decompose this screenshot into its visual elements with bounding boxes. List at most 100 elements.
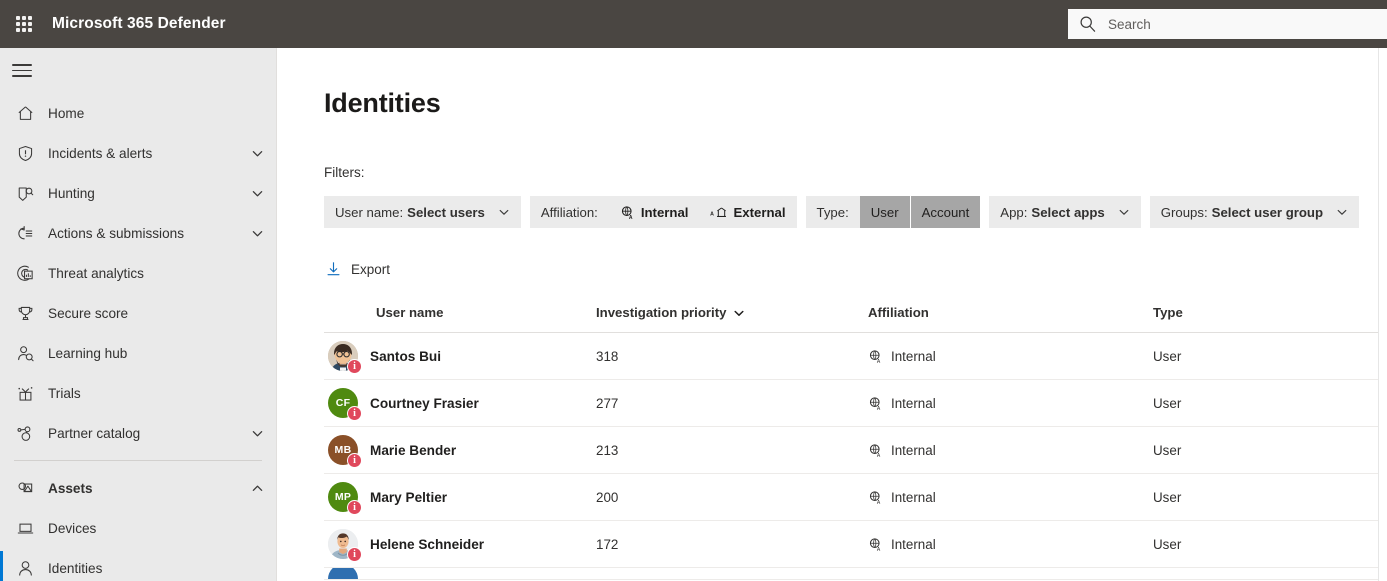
column-header-affiliation[interactable]: Affiliation	[868, 305, 1153, 320]
chevron-down-icon[interactable]	[498, 206, 510, 218]
internal-affiliation-icon: A	[868, 537, 883, 552]
cell-user-name[interactable]	[324, 568, 596, 579]
external-affiliation-icon: A	[710, 205, 727, 220]
chevron-down-icon[interactable]	[1336, 206, 1348, 218]
chevron-down-icon[interactable]	[250, 426, 264, 440]
avatar: i	[328, 341, 362, 374]
table-row[interactable]: MP i Mary Peltier 200 A Internal User	[324, 474, 1379, 521]
sidebar-item-actions-submissions[interactable]: Actions & submissions	[0, 213, 276, 253]
column-header-user-name[interactable]: User name	[324, 305, 596, 320]
internal-affiliation-icon: A	[868, 490, 883, 505]
filter-type-account-label: Account	[921, 204, 970, 220]
cell-investigation-priority: 213	[596, 442, 619, 458]
filters-row: User name: Select users Affiliation: A I…	[324, 196, 1360, 228]
sidebar-item-secure-score[interactable]: Secure score	[0, 293, 276, 333]
table-row[interactable]: CF i Courtney Frasier 277 A Internal Use…	[324, 380, 1379, 427]
filters-label: Filters:	[324, 165, 365, 180]
column-header-type[interactable]: Type	[1153, 305, 1353, 320]
sidebar-item-label: Hunting	[48, 185, 95, 201]
table-row[interactable]: i Helene Schneider 172 A Internal User	[324, 521, 1379, 568]
sidebar-item-devices[interactable]: Devices	[0, 508, 276, 548]
table-row[interactable]	[324, 568, 1379, 580]
cell-affiliation: A Internal	[868, 490, 1153, 505]
info-badge-icon: i	[347, 547, 362, 562]
app-launcher-icon[interactable]	[0, 0, 48, 48]
download-export-icon	[326, 261, 341, 277]
shield-alert-icon	[14, 142, 36, 164]
cell-user-name[interactable]: CF i Courtney Frasier	[324, 388, 596, 421]
filter-groups[interactable]: Groups: Select user group	[1149, 196, 1360, 228]
user-name-text: Courtney Frasier	[370, 395, 479, 411]
sidebar-item-label: Secure score	[48, 305, 129, 321]
sidebar-item-identities[interactable]: Identities	[0, 548, 276, 581]
sidebar-item-home[interactable]: Home	[0, 93, 276, 133]
avatar: MP i	[328, 482, 362, 515]
filter-affiliation-external[interactable]: A External	[699, 196, 796, 228]
chevron-down-icon[interactable]	[1118, 206, 1130, 218]
sidebar-item-label: Threat analytics	[48, 265, 144, 281]
person-icon	[14, 557, 36, 579]
table-row[interactable]: i Santos Bui 318 A Internal User	[324, 333, 1379, 380]
cell-affiliation-text: Internal	[891, 395, 936, 411]
chevron-up-icon[interactable]	[250, 481, 264, 495]
search-box[interactable]	[1068, 9, 1387, 39]
internal-affiliation-icon: A	[868, 443, 883, 458]
user-name-text: Santos Bui	[370, 348, 441, 364]
svg-text:A: A	[877, 453, 881, 458]
table-header-row: User name Investigation priority Affilia…	[324, 293, 1379, 333]
chevron-down-icon[interactable]	[250, 186, 264, 200]
cell-affiliation: A Internal	[868, 443, 1153, 458]
sidebar-item-partner-catalog[interactable]: Partner catalog	[0, 413, 276, 453]
export-button[interactable]: Export	[324, 257, 396, 281]
threat-analytics-icon	[14, 262, 36, 284]
filter-affiliation-external-label: External	[733, 204, 786, 220]
sidebar-item-threat-analytics[interactable]: Threat analytics	[0, 253, 276, 293]
sidebar-item-hunting[interactable]: Hunting	[0, 173, 276, 213]
table-row[interactable]: MB i Marie Bender 213 A Internal User	[324, 427, 1379, 474]
search-input[interactable]	[1106, 11, 1366, 37]
sidebar-item-assets[interactable]: Assets	[0, 468, 276, 508]
cell-user-name[interactable]: i Santos Bui	[324, 341, 596, 374]
main-content: Identities Filters: User name: Select us…	[278, 48, 1387, 581]
cell-affiliation: A Internal	[868, 396, 1153, 411]
sidebar-item-learning-hub[interactable]: Learning hub	[0, 333, 276, 373]
filter-app[interactable]: App: Select apps	[989, 196, 1141, 228]
column-header-investigation-priority[interactable]: Investigation priority	[596, 305, 868, 320]
svg-text:A: A	[877, 547, 881, 552]
cell-type: User	[1153, 348, 1182, 364]
top-app-bar: Microsoft 365 Defender	[0, 0, 1387, 48]
sidebar-item-label: Actions & submissions	[48, 225, 184, 241]
cell-user-name[interactable]: i Helene Schneider	[324, 529, 596, 562]
filter-user-name-label: User name:	[335, 204, 404, 220]
sidebar-item-label: Incidents & alerts	[48, 145, 153, 161]
filter-type-label: Type:	[816, 204, 849, 220]
chevron-down-icon[interactable]	[250, 226, 264, 240]
filter-affiliation-internal[interactable]: A Internal	[609, 196, 700, 228]
cell-investigation-priority: 172	[596, 536, 619, 552]
svg-text:A: A	[711, 211, 715, 217]
info-badge-icon: i	[347, 406, 362, 421]
cell-user-name[interactable]: MP i Mary Peltier	[324, 482, 596, 515]
vertical-scrollbar[interactable]	[1378, 48, 1387, 581]
identities-table: User name Investigation priority Affilia…	[324, 293, 1379, 580]
filter-groups-value: Select user group	[1211, 204, 1324, 220]
filter-type-account[interactable]: Account	[909, 196, 981, 228]
internal-affiliation-icon: A	[620, 205, 635, 220]
filter-user-name[interactable]: User name: Select users	[324, 196, 521, 228]
sidebar-item-label: Home	[48, 105, 85, 121]
chevron-down-icon[interactable]	[250, 146, 264, 160]
user-name-text: Helene Schneider	[370, 536, 485, 552]
sidebar-item-trials[interactable]: Trials	[0, 373, 276, 413]
trophy-icon	[14, 302, 36, 324]
internal-affiliation-icon: A	[868, 396, 883, 411]
hamburger-menu-icon[interactable]	[0, 48, 276, 93]
info-badge-icon: i	[347, 453, 362, 468]
chevron-down-icon[interactable]	[733, 307, 745, 319]
sidebar-item-incidents-alerts[interactable]: Incidents & alerts	[0, 133, 276, 173]
cell-type: User	[1153, 395, 1182, 411]
learning-hub-icon	[14, 342, 36, 364]
cell-affiliation-text: Internal	[891, 442, 936, 458]
cell-user-name[interactable]: MB i Marie Bender	[324, 435, 596, 468]
filter-type-user[interactable]: User	[859, 196, 910, 228]
sidebar-item-label: Assets	[48, 480, 93, 496]
